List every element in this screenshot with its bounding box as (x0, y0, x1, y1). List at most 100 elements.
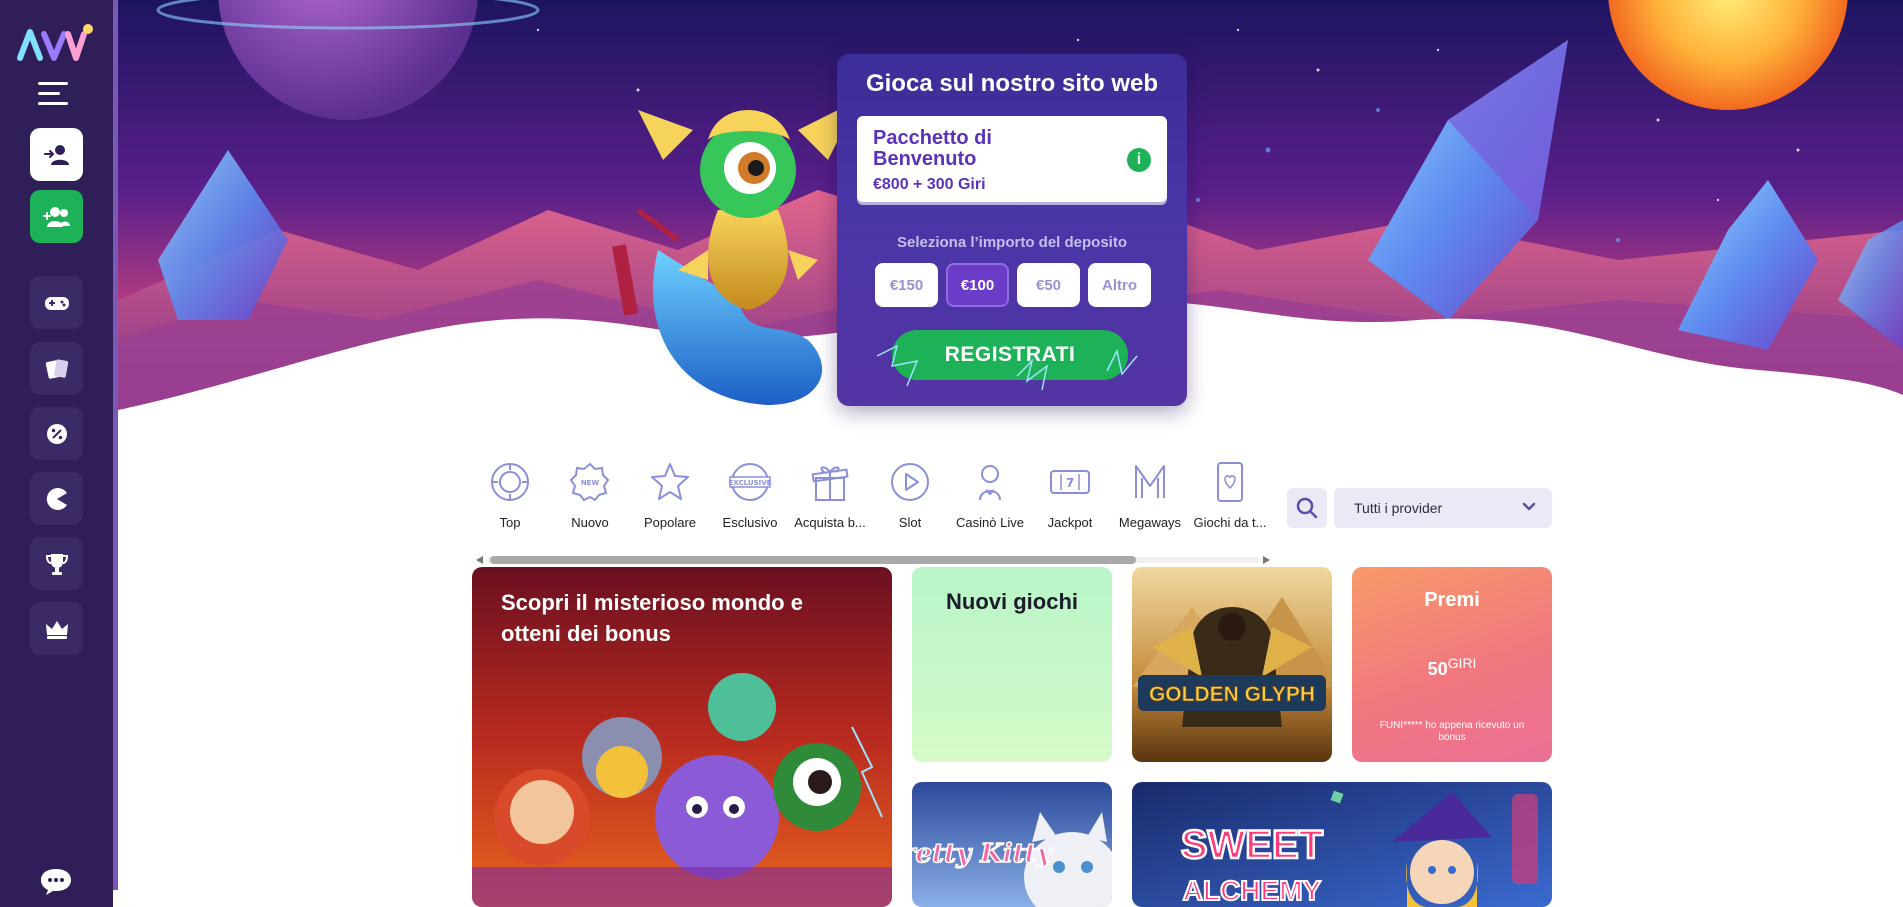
category-label: Jackpot (1047, 515, 1093, 530)
provider-select-value: Tutti i provider (1354, 500, 1443, 516)
category-new[interactable]: NEW Nuovo (550, 460, 630, 540)
prize-unit: GIRI (1447, 655, 1477, 671)
amount-option-100[interactable]: €100 (946, 263, 1009, 307)
prizes-tile[interactable]: Premi 50GIRI FUNI***** ho appena ricevut… (1352, 567, 1552, 762)
category-slots[interactable]: Slot (870, 460, 950, 540)
pretty-kitty-title: Pretty Kitty (912, 839, 1054, 869)
sidebar-item-vip[interactable] (30, 602, 83, 655)
category-bonus-buy[interactable]: Acquista b... (790, 460, 870, 540)
sidebar (0, 0, 113, 907)
login-button[interactable] (30, 128, 83, 181)
category-label: Top (499, 515, 521, 530)
menu-line (38, 102, 68, 105)
crown-icon (45, 620, 68, 639)
prize-amount: 50GIRI (1352, 655, 1552, 680)
user-add-icon (42, 206, 70, 227)
sweet-alchemy-art: SWEET ALCHEMY (1132, 782, 1552, 907)
cards-icon (45, 358, 68, 379)
prizes-title: Premi (1424, 589, 1480, 611)
category-popular[interactable]: Popolare (630, 460, 710, 540)
sweet-alchemy-subtitle: ALCHEMY (1183, 875, 1322, 906)
user-login-icon (43, 144, 69, 165)
sidebar-item-games[interactable] (30, 276, 83, 329)
welcome-package-box[interactable]: Pacchetto di Benvenuto €800 + 300 Giri i (857, 116, 1167, 202)
category-label: Giochi da t... (1193, 515, 1267, 530)
pretty-kitty-art: Pretty Kitty (912, 782, 1112, 907)
sidebar-item-tournaments[interactable] (30, 537, 83, 590)
amount-option-other[interactable]: Altro (1088, 263, 1151, 307)
menu-line (38, 92, 60, 95)
gamepad-icon (44, 296, 69, 310)
megaways-m-icon (1135, 465, 1165, 498)
scroll-thumb[interactable] (490, 556, 1136, 564)
welcome-package-title: Pacchetto di Benvenuto (873, 127, 992, 170)
category-bar: Top NEW Nuovo Popolare EXCLUSIVE Esclusi… (470, 460, 1270, 540)
playing-card-icon (1217, 462, 1243, 502)
svg-text:EXCLUSIVE: EXCLUSIVE (729, 479, 772, 487)
new-games-tile[interactable]: Nuovi giochi (912, 567, 1112, 762)
amount-option-150[interactable]: €150 (875, 263, 938, 307)
category-label: Megaways (1118, 515, 1182, 530)
category-label: Casinò Live (956, 515, 1024, 530)
gift-icon (811, 466, 849, 501)
pretty-kitty-tile[interactable]: Pretty Kitty (912, 782, 1112, 907)
golden-glyph-art: GOLDEN GLYPH (1132, 567, 1332, 762)
provider-select[interactable]: Tutti i provider (1334, 488, 1552, 528)
category-label: Esclusivo (722, 515, 778, 530)
deposit-label: Seleziona l’importo del deposito (896, 234, 1128, 251)
category-scrollbar[interactable] (473, 554, 1273, 565)
svg-text:7: 7 (1066, 476, 1074, 490)
exclusive-badge-icon: EXCLUSIVE (729, 463, 772, 501)
category-jackpot[interactable]: 7 Jackpot (1030, 460, 1110, 540)
menu-toggle-button[interactable] (38, 82, 74, 108)
chevron-down-icon (1522, 502, 1536, 511)
golden-glyph-title: GOLDEN GLYPH (1149, 683, 1315, 706)
category-table-games[interactable]: Giochi da t... (1190, 460, 1270, 540)
category-label: Nuovo (571, 515, 609, 530)
search-button[interactable] (1287, 488, 1327, 528)
prize-number: 50 (1427, 659, 1448, 679)
pacman-icon (46, 487, 67, 510)
dealer-icon (979, 465, 1001, 501)
new-games-label: Nuovi giochi (946, 589, 1078, 614)
category-label: Slot (898, 515, 922, 530)
promo-tile[interactable]: Scopri il misterioso mondo e otteni dei … (472, 567, 892, 907)
category-live-casino[interactable]: Casinò Live (950, 460, 1030, 540)
sidebar-item-promotions[interactable] (30, 407, 83, 460)
chat-icon[interactable] (38, 866, 74, 896)
slot-777-icon: 7 (1050, 470, 1090, 494)
new-badge-icon: NEW (569, 462, 610, 502)
category-label: Acquista b... (794, 515, 866, 530)
deposit-amount-options: €150 €100 €50 Altro (875, 263, 1151, 307)
sweet-alchemy-tile[interactable]: SWEET ALCHEMY (1132, 782, 1552, 907)
scroll-right-arrow[interactable] (1263, 556, 1270, 564)
info-icon[interactable]: i (1127, 148, 1151, 172)
scroll-left-arrow[interactable] (476, 556, 483, 564)
promo-text: Scopri il misterioso mondo e otteni dei … (501, 590, 803, 646)
golden-glyph-tile[interactable]: GOLDEN GLYPH (1132, 567, 1332, 762)
sweet-alchemy-title: SWEET (1181, 823, 1323, 867)
menu-line (38, 82, 68, 85)
sidebar-item-cards[interactable] (30, 342, 83, 395)
register-button[interactable]: REGISTRATI (892, 330, 1128, 380)
sidebar-item-pacman[interactable] (30, 472, 83, 525)
star-icon (651, 463, 689, 500)
chip-icon (491, 463, 529, 501)
svg-text:NEW: NEW (581, 479, 600, 487)
app-root: Gioca sul nostro sito web Pacchetto di B… (0, 0, 1903, 907)
amount-option-50[interactable]: €50 (1017, 263, 1080, 307)
percent-badge-icon (46, 423, 67, 444)
category-megaways[interactable]: Megaways (1110, 460, 1190, 540)
register-side-button[interactable] (30, 190, 83, 243)
signup-title: Gioca sul nostro sito web (865, 70, 1159, 97)
brand-logo-icon[interactable] (16, 20, 96, 66)
category-label: Popolare (643, 515, 697, 530)
category-top[interactable]: Top (470, 460, 550, 540)
trophy-icon (45, 553, 68, 575)
search-icon (1296, 497, 1318, 519)
prize-message: FUNI***** ho appena ricevuto un bonus (1379, 720, 1525, 743)
signup-card: Gioca sul nostro sito web Pacchetto di B… (837, 54, 1187, 406)
play-circle-icon (891, 463, 929, 501)
category-exclusive[interactable]: EXCLUSIVE Esclusivo (710, 460, 790, 540)
welcome-package-amount: €800 + 300 Giri (873, 176, 986, 193)
